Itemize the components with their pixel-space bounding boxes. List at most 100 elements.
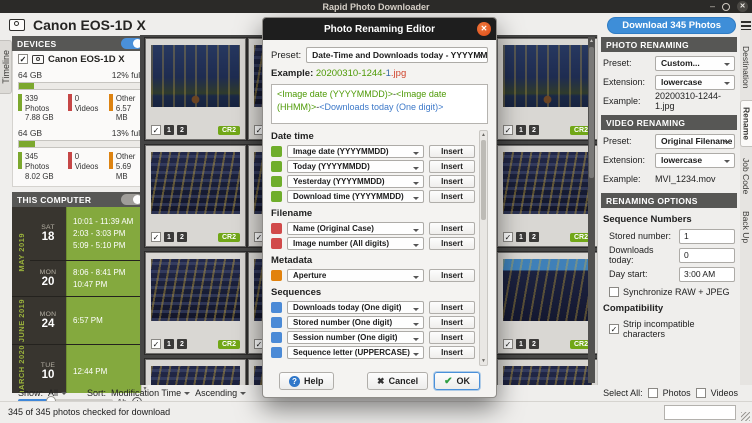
titlebar[interactable]: Rapid Photo Downloader – ✕ <box>0 0 752 13</box>
photo-preset-select[interactable]: Custom... <box>655 56 735 71</box>
token-select[interactable]: Image date (YYYYMMDD) <box>287 145 424 158</box>
insert-button[interactable]: Insert <box>429 346 475 359</box>
help-button[interactable]: ?Help <box>279 372 334 390</box>
sort-dropdown[interactable]: Modification Time <box>111 388 190 398</box>
resize-grip[interactable] <box>741 412 750 421</box>
token-select[interactable]: Name (Original Case) <box>287 222 424 235</box>
insert-button[interactable]: Insert <box>429 145 475 158</box>
thumbnail-cell[interactable]: ✓12CR2 <box>144 37 247 141</box>
camera-icon <box>9 19 25 31</box>
token-select[interactable]: Download time (YYYYMMDD) <box>287 190 424 203</box>
thumbnail-photo <box>503 366 592 385</box>
thumbnail-cell[interactable] <box>144 358 247 385</box>
sort-order-dropdown[interactable]: Ascending <box>195 388 246 398</box>
dialog-header[interactable]: Photo Renaming Editor ✕ <box>263 18 496 40</box>
insert-button[interactable]: Insert <box>429 237 475 250</box>
stored-number-input[interactable]: 1 <box>679 229 735 244</box>
storage-progressbar <box>18 140 142 148</box>
close-icon[interactable]: ✕ <box>737 1 748 12</box>
insert-button[interactable]: Insert <box>429 190 475 203</box>
thumbnail-scrollbar[interactable]: ▲ <box>588 37 595 383</box>
token-scroll-area: Date time Image date (YYYYMMDD)Insert To… <box>271 130 488 366</box>
timeline-time[interactable]: 10:47 PM <box>73 280 148 289</box>
filter-input[interactable] <box>664 405 736 420</box>
timeline-time[interactable]: 10:01 - 11:39 AM <box>73 217 148 226</box>
insert-button[interactable]: Insert <box>429 222 475 235</box>
thumbnail-checkbox[interactable]: ✓ <box>503 232 513 242</box>
timeline-day-row[interactable]: MON24 6:57 PM <box>30 297 148 344</box>
thumbnail-cell[interactable]: ✓12CR2 <box>496 37 597 141</box>
select-all-videos-checkbox[interactable] <box>696 388 706 398</box>
token-select[interactable]: Sequence letter (UPPERCASE) <box>287 346 424 359</box>
token-select[interactable]: Downloads today (One digit) <box>287 301 424 314</box>
chevron-down-icon <box>413 229 419 232</box>
scroll-down-icon[interactable]: ▼ <box>480 357 487 365</box>
download-button[interactable]: Download 345 Photos <box>607 17 736 34</box>
token-select[interactable]: Aperture <box>287 269 424 282</box>
devices-box: ✓ Canon EOS-1D X 64 GB 12% full 339 Phot… <box>12 51 148 187</box>
insert-button[interactable]: Insert <box>429 316 475 329</box>
thumbnail-cell[interactable]: ✓12CR2 <box>144 251 247 355</box>
tab-back-up[interactable]: Back Up <box>740 205 752 249</box>
strip-incompatible-checkbox-row[interactable]: ✓ Strip incompatible characters <box>609 319 735 339</box>
timeline-time[interactable]: 8:06 - 8:41 PM <box>73 268 148 277</box>
downloads-today-input[interactable]: 0 <box>679 248 735 263</box>
scroll-up-icon[interactable]: ▲ <box>480 131 487 139</box>
token-select[interactable]: Session number (One digit) <box>287 331 424 344</box>
insert-button[interactable]: Insert <box>429 301 475 314</box>
insert-button[interactable]: Insert <box>429 269 475 282</box>
timeline-time[interactable]: 6:57 PM <box>73 316 148 325</box>
tab-rename[interactable]: Rename <box>740 100 752 147</box>
photo-extension-select[interactable]: lowercase <box>655 75 735 90</box>
tab-job-code[interactable]: Job Code <box>740 152 752 200</box>
video-extension-select[interactable]: lowercase <box>655 153 735 168</box>
thumbnail-checkbox[interactable]: ✓ <box>151 125 161 135</box>
checkbox-unchecked[interactable] <box>609 287 619 297</box>
token-select[interactable]: Image number (All digits) <box>287 237 424 250</box>
thumbnail-checkbox[interactable]: ✓ <box>503 125 513 135</box>
insert-button[interactable]: Insert <box>429 175 475 188</box>
timeline-day-row[interactable]: SAT18 10:01 - 11:39 AM 2:03 - 3:03 PM 5:… <box>30 207 148 260</box>
scroll-up-icon[interactable]: ▲ <box>588 37 595 45</box>
menu-icon[interactable] <box>741 21 751 30</box>
token-select[interactable]: Yesterday (YYYYMMDD) <box>287 175 424 188</box>
tab-destination[interactable]: Destination <box>740 40 752 95</box>
thumbnail-cell[interactable]: ✓12CR2 <box>496 144 597 248</box>
checkbox-checked[interactable]: ✓ <box>609 324 619 334</box>
video-preset-select[interactable]: Original Filename <box>655 134 735 149</box>
day-start-input[interactable]: 3:00 AM <box>679 267 735 282</box>
ok-button[interactable]: ✔OK <box>434 372 480 390</box>
device-row[interactable]: ✓ Canon EOS-1D X <box>13 51 147 67</box>
dialog-close-icon[interactable]: ✕ <box>477 22 491 36</box>
legend-videos: 0 Videos <box>68 94 102 123</box>
timeline-panel[interactable]: MAY 2019 SAT18 10:01 - 11:39 AM 2:03 - 3… <box>12 207 148 393</box>
tab-timeline[interactable]: Timeline <box>0 40 12 94</box>
maximize-icon[interactable] <box>722 3 730 11</box>
synchronize-raw-jpeg-checkbox-row[interactable]: Synchronize RAW + JPEG <box>609 287 735 297</box>
downloads-today-label: Downloads today: <box>609 245 679 265</box>
thumbnail-cell[interactable] <box>496 358 597 385</box>
show-dropdown[interactable]: All <box>48 388 67 398</box>
app-window: Rapid Photo Downloader – ✕ Canon EOS-1D … <box>0 0 752 423</box>
token-select[interactable]: Today (YYYYMMDD) <box>287 160 424 173</box>
thumbnail-cell[interactable]: ✓12CR2 <box>144 144 247 248</box>
token-select[interactable]: Stored number (One digit) <box>287 316 424 329</box>
thumbnail-checkbox[interactable]: ✓ <box>151 232 161 242</box>
minimize-icon[interactable]: – <box>710 1 715 12</box>
timeline-time[interactable]: 5:09 - 5:10 PM <box>73 241 148 250</box>
thumbnail-cell[interactable]: ✓12CR2 <box>496 251 597 355</box>
insert-button[interactable]: Insert <box>429 160 475 173</box>
timeline-day-row[interactable]: MON20 8:06 - 8:41 PM 10:47 PM <box>30 260 148 296</box>
select-all-photos-checkbox[interactable] <box>648 388 658 398</box>
insert-button[interactable]: Insert <box>429 331 475 344</box>
preset-select[interactable]: Date-Time and Downloads today - YYYYMMDD… <box>306 47 488 63</box>
timeline-time[interactable]: 2:03 - 3:03 PM <box>73 229 148 238</box>
thumbnail-checkbox[interactable]: ✓ <box>151 339 161 349</box>
cancel-button[interactable]: ✖Cancel <box>367 372 428 390</box>
dialog-scrollbar[interactable]: ▲ ▼ <box>479 130 488 366</box>
thumbnail-checkbox[interactable]: ✓ <box>503 339 513 349</box>
device-checkbox[interactable]: ✓ <box>18 54 28 64</box>
rename-template-box[interactable]: <Image date (YYYYMMDD)>-<Image date (HHM… <box>271 84 488 124</box>
timeline-time[interactable]: 12:44 PM <box>73 367 148 376</box>
count-badge: 1 <box>164 232 174 242</box>
